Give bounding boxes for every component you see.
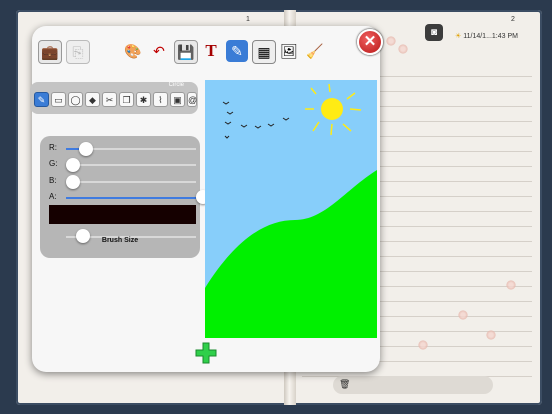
datetime-text: 11/14/1...1:43 PM <box>463 33 518 40</box>
weather-icon: ☀ <box>455 33 462 40</box>
green-label: G: <box>49 159 58 168</box>
tools-title: Circle <box>168 82 184 88</box>
color-picker-panel: R: G: B: A: Brush Size <box>40 136 210 258</box>
scissors-tool-icon[interactable]: ✂ <box>102 92 117 107</box>
ellipse-tool-icon[interactable]: ◯ <box>68 92 83 107</box>
grid-icon[interactable]: ▦ <box>252 40 276 64</box>
green-slider-knob[interactable] <box>66 158 80 172</box>
red-slider-knob[interactable] <box>79 142 93 156</box>
flower-decoration <box>398 44 408 54</box>
palette-icon[interactable]: 🎨 <box>122 40 144 62</box>
undo-icon[interactable]: ↶ <box>148 40 170 62</box>
pencil-tool-icon[interactable]: ✎ <box>34 92 49 107</box>
green-slider-track[interactable] <box>66 164 196 166</box>
spiral-tool-icon[interactable]: @ <box>187 92 197 107</box>
add-button[interactable] <box>195 342 217 364</box>
camera-icon[interactable]: ◙ <box>425 24 443 41</box>
brush-size-label: Brush Size <box>101 237 139 244</box>
flower-decoration <box>486 330 496 340</box>
stamp-tool-icon[interactable]: ✱ <box>136 92 151 107</box>
sun <box>321 98 343 120</box>
pen-icon[interactable]: ✎ <box>226 40 248 62</box>
weather-datetime: ☀ 11/14/1...1:43 PM <box>455 32 518 40</box>
plus-icon <box>195 342 217 364</box>
text-icon[interactable]: T <box>200 40 222 62</box>
right-page-number: 2 <box>511 16 515 23</box>
photos-icon[interactable]: 🖼 <box>278 40 300 62</box>
red-slider-fill <box>66 148 79 150</box>
flower-decoration <box>418 340 428 350</box>
alpha-label: A: <box>49 192 57 201</box>
flower-decoration <box>458 310 468 320</box>
brush-tool-icon[interactable]: ⌇ <box>153 92 168 107</box>
shape-tools-bar: Circle ✎ ▭ ◯ ◆ ✂ ❐ ✱ ⌇ ▣ @ <box>30 82 198 114</box>
left-page-number: 1 <box>246 16 250 23</box>
canvas-drawing <box>205 80 377 338</box>
cleanup-icon[interactable]: 🧹 <box>304 40 326 62</box>
color-preview-swatch <box>49 205 196 224</box>
monitor-tool-icon[interactable]: ▣ <box>170 92 185 107</box>
alpha-slider-fill <box>66 197 196 199</box>
rectangle-tool-icon[interactable]: ▭ <box>51 92 66 107</box>
fill-tool-icon[interactable]: ◆ <box>85 92 100 107</box>
trash-icon[interactable]: 🗑 <box>339 379 350 390</box>
blue-slider-knob[interactable] <box>66 175 80 189</box>
page-bottom-bar: 🗑 <box>333 376 493 394</box>
paste-tool-icon[interactable]: ❐ <box>119 92 134 107</box>
blue-label: B: <box>49 176 57 185</box>
briefcase-icon[interactable]: 💼 <box>38 40 62 64</box>
red-label: R: <box>49 143 57 152</box>
flower-decoration <box>386 36 396 46</box>
blue-slider-track[interactable] <box>66 181 196 183</box>
copy-icon[interactable]: ⎘ <box>66 40 90 64</box>
drawing-canvas[interactable] <box>205 80 377 338</box>
flower-decoration <box>506 280 516 290</box>
close-button[interactable]: ✕ <box>357 29 383 55</box>
save-icon[interactable]: 💾 <box>174 40 198 64</box>
